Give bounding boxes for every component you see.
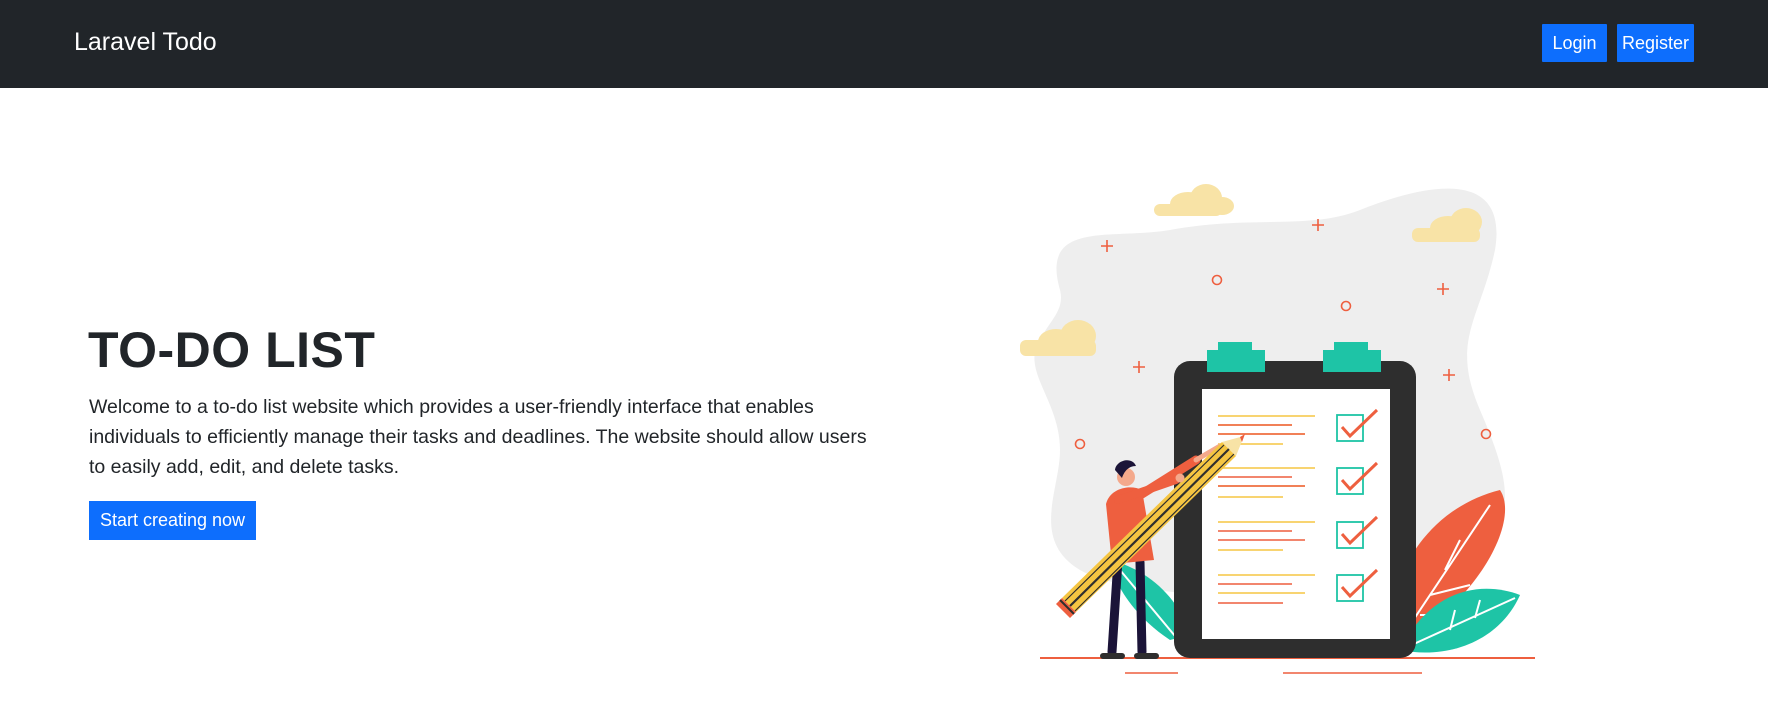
navbar: Laravel Todo Login Register <box>0 0 1768 88</box>
login-button[interactable]: Login <box>1542 24 1607 62</box>
register-button[interactable]: Register <box>1617 24 1694 62</box>
start-creating-button[interactable]: Start creating now <box>89 501 256 540</box>
hero-description: Welcome to a to-do list website which pr… <box>89 396 867 478</box>
cloud-icon <box>1154 184 1234 216</box>
hero-title: TO-DO LIST <box>88 322 376 378</box>
todo-checklist-illustration <box>1020 184 1535 674</box>
brand-logo[interactable]: Laravel Todo <box>74 27 217 57</box>
